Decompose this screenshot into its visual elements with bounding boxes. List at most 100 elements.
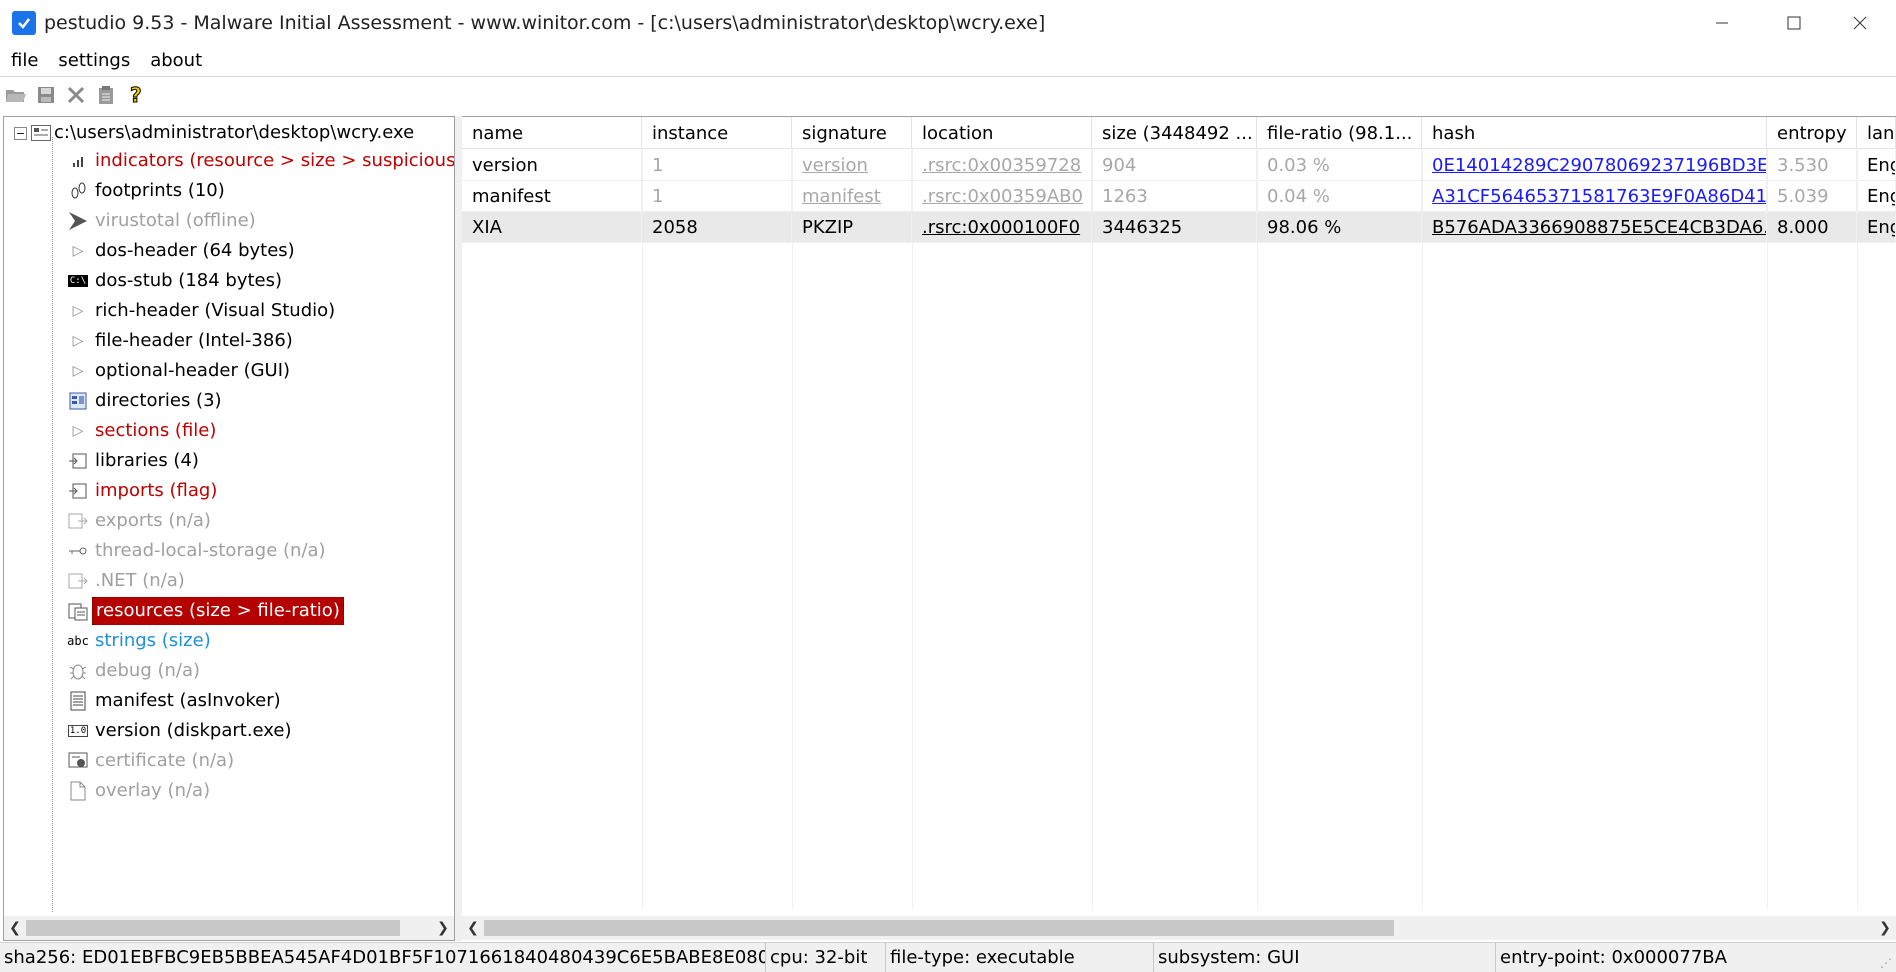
close-button[interactable] (1824, 0, 1896, 45)
cell-entropy: 5.039 (1767, 181, 1857, 212)
tree-item-dos-stub[interactable]: C:\ dos-stub (184 bytes) (4, 266, 285, 296)
cell-name: version (462, 150, 642, 181)
tree-item-label: footprints (10) (95, 180, 225, 201)
tree-item-label: dos-header (64 bytes) (95, 240, 295, 261)
column-header-location[interactable]: location (912, 117, 1092, 149)
scroll-thumb[interactable] (484, 920, 1394, 936)
cell-signature[interactable]: version (792, 150, 912, 181)
cell-hash-link[interactable]: 0E14014289C29078069237196BD3E... (1422, 150, 1767, 181)
menu-file[interactable]: file (0, 50, 48, 71)
delete-icon[interactable] (64, 83, 88, 107)
executable-file-icon (31, 125, 51, 141)
status-entry-point: entry-point: 0x000077BA (1500, 947, 1727, 968)
tree-item-dotnet[interactable]: .NET (n/a) (4, 566, 188, 596)
scroll-left-icon[interactable]: ❮ (462, 916, 484, 940)
status-sha256: sha256: ED01EBFBC9EB5BBEA545AF4D01BF5F10… (0, 942, 766, 972)
tree-item-directories[interactable]: directories (3) (4, 386, 225, 416)
cell-location[interactable]: .rsrc:0x00359AB0 (912, 181, 1092, 212)
open-folder-icon[interactable] (4, 83, 28, 107)
tree-item-version[interactable]: 1.0 version (diskpart.exe) (4, 716, 295, 746)
version-icon: 1.0 (67, 725, 89, 737)
expand-arrow-icon[interactable]: ▷ (68, 241, 88, 261)
table-horizontal-scrollbar[interactable]: ❮ ❯ (462, 916, 1896, 940)
tree-item-optional-header[interactable]: ▷ optional-header (GUI) (4, 356, 293, 386)
maximize-button[interactable] (1758, 0, 1830, 45)
table-row[interactable]: version 1 version .rsrc:0x00359728 904 0… (462, 150, 1896, 181)
tree-item-label: sections (file) (95, 420, 217, 441)
library-icon (68, 451, 88, 471)
cell-hash-link[interactable]: B576ADA3366908875E5CE4CB3DA6... (1422, 212, 1767, 243)
column-header-entropy[interactable]: entropy (1767, 117, 1857, 149)
scroll-left-icon[interactable]: ❮ (4, 916, 26, 940)
column-header-size[interactable]: size (3448492 ... (1092, 117, 1257, 149)
column-header-language[interactable]: lan (1857, 117, 1896, 149)
column-header-signature[interactable]: signature (792, 117, 912, 149)
column-header-hash[interactable]: hash (1422, 117, 1767, 149)
tree-item-resources[interactable]: resources (size > file-ratio) (4, 596, 344, 626)
tree-root[interactable]: − c:\users\administrator\desktop\wcry.ex… (4, 119, 417, 147)
resize-grip-icon[interactable]: ⋰ (1880, 956, 1892, 970)
table-header: name instance signature location size (3… (462, 117, 1896, 149)
cell-size: 1263 (1092, 181, 1257, 212)
tree-item-dos-header[interactable]: ▷ dos-header (64 bytes) (4, 236, 298, 266)
tree-item-imports[interactable]: imports (flag) (4, 476, 220, 506)
cell-file-ratio: 0.03 % (1257, 150, 1422, 181)
tree-item-thread-local-storage[interactable]: thread-local-storage (n/a) (4, 536, 329, 566)
tree-item-rich-header[interactable]: ▷ rich-header (Visual Studio) (4, 296, 338, 326)
column-header-name[interactable]: name (462, 117, 642, 149)
tree-item-label: version (diskpart.exe) (95, 720, 292, 741)
table-row-selected[interactable]: XIA 2058 PKZIP .rsrc:0x000100F0 3446325 … (462, 212, 1896, 243)
scroll-thumb[interactable] (26, 920, 400, 936)
tree-item-label: certificate (n/a) (95, 750, 235, 771)
tree-item-file-header[interactable]: ▷ file-header (Intel-386) (4, 326, 296, 356)
tree-item-debug[interactable]: debug (n/a) (4, 656, 203, 686)
tree-horizontal-scrollbar[interactable]: ❮ ❯ (4, 916, 454, 940)
status-file-type: file-type: executable (886, 942, 1154, 972)
collapse-icon[interactable]: − (14, 126, 27, 140)
minimize-button[interactable] (1686, 0, 1758, 45)
tree-item-sections[interactable]: ▷ sections (file) (4, 416, 219, 446)
cell-instance: 2058 (642, 212, 792, 243)
tree-item-label: libraries (4) (95, 450, 199, 471)
tree-item-label: .NET (n/a) (95, 570, 185, 591)
cell-location[interactable]: .rsrc:0x000100F0 (912, 212, 1092, 243)
scroll-right-icon[interactable]: ❯ (432, 916, 454, 940)
tree-item-virustotal[interactable]: virustotal (offline) (4, 206, 259, 236)
column-header-instance[interactable]: instance (642, 117, 792, 149)
tree-item-indicators[interactable]: indicators (resource > size > suspicious… (4, 146, 454, 176)
tree-item-label: overlay (n/a) (95, 780, 211, 801)
pane-splitter[interactable] (455, 116, 462, 941)
directories-icon (68, 391, 88, 411)
cell-hash-link[interactable]: A31CF56465371581763E9F0A86D41... (1422, 181, 1767, 212)
table-row[interactable]: manifest 1 manifest .rsrc:0x00359AB0 126… (462, 181, 1896, 212)
expand-arrow-icon[interactable]: ▷ (68, 421, 88, 441)
column-header-file-ratio[interactable]: file-ratio (98.1... (1257, 117, 1422, 149)
tree-item-exports[interactable]: exports (n/a) (4, 506, 214, 536)
menu-settings[interactable]: settings (48, 50, 140, 71)
tree-item-label: thread-local-storage (n/a) (95, 540, 326, 561)
save-icon[interactable] (34, 83, 58, 107)
footprints-icon (68, 181, 88, 201)
tree-item-strings[interactable]: abc strings (size) (4, 626, 214, 656)
clipboard-icon[interactable] (94, 83, 118, 107)
certificate-icon (68, 751, 88, 771)
menu-about[interactable]: about (140, 50, 212, 71)
tree-pane[interactable]: − c:\users\administrator\desktop\wcry.ex… (3, 116, 455, 941)
expand-arrow-icon[interactable]: ▷ (68, 301, 88, 321)
expand-arrow-icon[interactable]: ▷ (68, 361, 88, 381)
tree-item-overlay[interactable]: overlay (n/a) (4, 776, 213, 806)
title-bar: pestudio 9.53 - Malware Initial Assessme… (0, 0, 1896, 45)
cell-location[interactable]: .rsrc:0x00359728 (912, 150, 1092, 181)
tree-item-certificate[interactable]: certificate (n/a) (4, 746, 237, 776)
tree-item-footprints[interactable]: footprints (10) (4, 176, 228, 206)
imports-icon (68, 481, 88, 501)
cell-signature[interactable]: manifest (792, 181, 912, 212)
cell-instance: 1 (642, 181, 792, 212)
tree-item-manifest[interactable]: manifest (asInvoker) (4, 686, 284, 716)
key-icon (68, 541, 88, 561)
expand-arrow-icon[interactable]: ▷ (68, 331, 88, 351)
scroll-right-icon[interactable]: ❯ (1874, 916, 1896, 940)
bug-icon (68, 661, 88, 681)
help-icon[interactable]: ? (124, 83, 148, 107)
tree-item-libraries[interactable]: libraries (4) (4, 446, 202, 476)
